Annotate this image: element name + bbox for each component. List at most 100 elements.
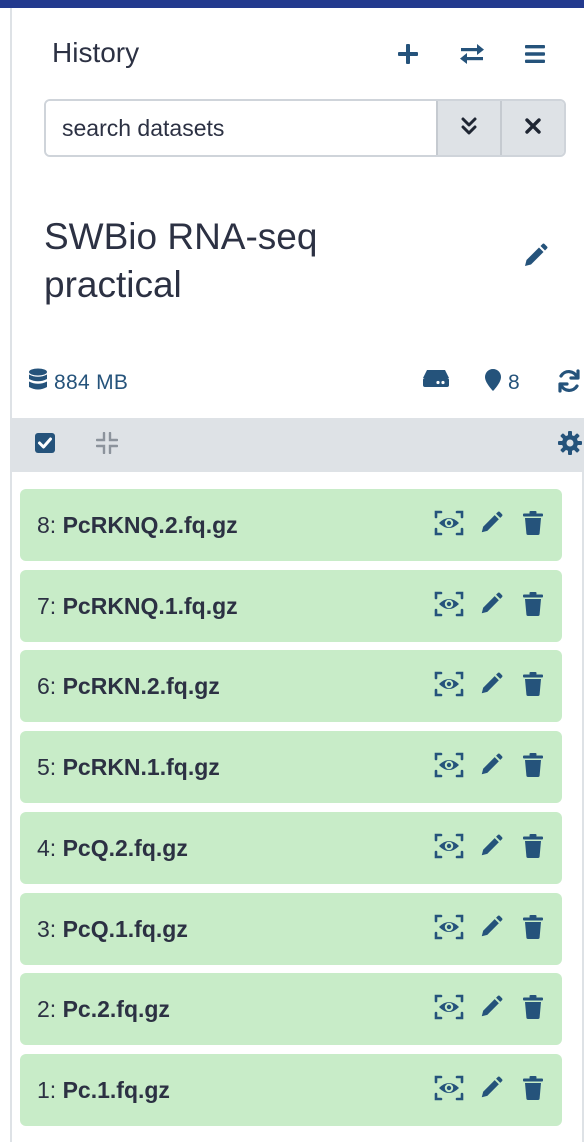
list-settings-button[interactable]	[552, 427, 584, 463]
dataset-hid: 5:	[37, 754, 57, 780]
display-button[interactable]	[428, 588, 470, 624]
eye-icon	[434, 591, 464, 622]
delete-button[interactable]	[512, 507, 554, 543]
pencil-icon	[479, 752, 503, 782]
display-button[interactable]	[428, 911, 470, 947]
dataset-title: 4: PcQ.2.fq.gz	[37, 812, 188, 884]
display-button[interactable]	[428, 507, 470, 543]
edit-attributes-button[interactable]	[470, 749, 512, 785]
dataset-actions	[428, 911, 554, 947]
history-size-label: 884 MB	[54, 371, 129, 394]
dataset-hid: 8:	[37, 512, 57, 538]
delete-button[interactable]	[512, 749, 554, 785]
pencil-icon	[479, 671, 503, 701]
history-panel: History search datasets SWBio RNA-seq pr…	[12, 8, 584, 1142]
eye-icon	[434, 994, 464, 1025]
edit-attributes-button[interactable]	[470, 911, 512, 947]
edit-attributes-button[interactable]	[470, 507, 512, 543]
dataset-title: 8: PcRKNQ.2.fq.gz	[37, 489, 238, 561]
dataset-item[interactable]: 7: PcRKNQ.1.fq.gz	[20, 570, 562, 642]
display-button[interactable]	[428, 749, 470, 785]
dataset-name: PcRKNQ.1.fq.gz	[62, 593, 238, 619]
pencil-icon	[479, 1075, 503, 1105]
switch-history-button[interactable]	[454, 36, 490, 72]
angle-double-down-icon	[460, 116, 478, 141]
edit-attributes-button[interactable]	[470, 830, 512, 866]
trash-icon	[523, 1075, 543, 1105]
dataset-actions	[428, 749, 554, 785]
check-square-icon	[34, 432, 56, 459]
search-bar	[44, 99, 566, 157]
dataset-name: Pc.1.fq.gz	[62, 1077, 170, 1103]
delete-button[interactable]	[512, 830, 554, 866]
dataset-hid: 4:	[37, 835, 57, 861]
eye-icon	[434, 1075, 464, 1106]
refresh-button[interactable]	[556, 368, 582, 400]
edit-attributes-button[interactable]	[470, 991, 512, 1027]
display-button[interactable]	[428, 830, 470, 866]
pencil-icon	[479, 914, 503, 944]
edit-attributes-button[interactable]	[470, 588, 512, 624]
dataset-hid: 1:	[37, 1077, 57, 1103]
dataset-hid: 7:	[37, 593, 57, 619]
history-options-button[interactable]	[517, 36, 553, 72]
advanced-search-toggle[interactable]	[436, 101, 500, 155]
eye-icon	[434, 671, 464, 702]
plus-icon	[397, 43, 419, 65]
compress-icon	[95, 431, 119, 459]
dataset-item[interactable]: 6: PcRKN.2.fq.gz	[20, 650, 562, 722]
eye-icon	[434, 914, 464, 945]
delete-button[interactable]	[512, 911, 554, 947]
create-history-button[interactable]	[390, 36, 426, 72]
dataset-list: 8: PcRKNQ.2.fq.gz 7: PcRKNQ.1.fq.gz 6: PcR…	[12, 472, 584, 1142]
shown-items-button[interactable]: 8	[484, 368, 520, 398]
bars-icon	[524, 44, 546, 64]
dataset-name: PcQ.1.fq.gz	[62, 916, 188, 942]
dataset-title: 5: PcRKN.1.fq.gz	[37, 731, 220, 803]
edit-attributes-button[interactable]	[470, 668, 512, 704]
select-items-button[interactable]	[27, 427, 63, 463]
delete-button[interactable]	[512, 1072, 554, 1108]
delete-button[interactable]	[512, 588, 554, 624]
history-size[interactable]: 884 MB	[28, 368, 128, 398]
times-icon	[524, 117, 542, 140]
dataset-name: PcQ.2.fq.gz	[62, 835, 188, 861]
exchange-icon	[459, 43, 485, 65]
masthead-strip	[0, 0, 584, 8]
cog-icon	[558, 430, 582, 460]
trash-icon	[523, 914, 543, 944]
dataset-item[interactable]: 1: Pc.1.fq.gz	[20, 1054, 562, 1126]
dataset-item[interactable]: 4: PcQ.2.fq.gz	[20, 812, 562, 884]
edit-attributes-button[interactable]	[470, 1072, 512, 1108]
display-button[interactable]	[428, 668, 470, 704]
pencil-icon	[479, 591, 503, 621]
pencil-icon	[479, 833, 503, 863]
history-header: History	[12, 8, 584, 88]
history-name: SWBio RNA-seq practical	[44, 216, 318, 305]
dataset-item[interactable]: 8: PcRKNQ.2.fq.gz	[20, 489, 562, 561]
delete-button[interactable]	[512, 668, 554, 704]
map-marker-icon	[484, 368, 502, 398]
dataset-title: 7: PcRKNQ.1.fq.gz	[37, 570, 238, 642]
list-toolbar	[12, 418, 584, 472]
display-button[interactable]	[428, 1072, 470, 1108]
delete-button[interactable]	[512, 991, 554, 1027]
database-icon	[28, 368, 48, 398]
eye-icon	[434, 752, 464, 783]
dataset-name: PcRKN.1.fq.gz	[62, 754, 220, 780]
search-input[interactable]	[46, 101, 436, 155]
dataset-item[interactable]: 5: PcRKN.1.fq.gz	[20, 731, 562, 803]
history-stats: 884 MB 8	[12, 360, 584, 404]
sync-icon	[556, 368, 582, 400]
edit-history-name-button[interactable]	[517, 240, 553, 276]
collapse-items-button[interactable]	[89, 427, 125, 463]
dataset-actions	[428, 507, 554, 543]
storage-button[interactable]	[422, 368, 450, 394]
dataset-item[interactable]: 3: PcQ.1.fq.gz	[20, 893, 562, 965]
dataset-title: 3: PcQ.1.fq.gz	[37, 893, 188, 965]
pencil-icon	[479, 994, 503, 1024]
clear-search-button[interactable]	[500, 101, 564, 155]
dataset-hid: 3:	[37, 916, 57, 942]
display-button[interactable]	[428, 991, 470, 1027]
dataset-item[interactable]: 2: Pc.2.fq.gz	[20, 973, 562, 1045]
